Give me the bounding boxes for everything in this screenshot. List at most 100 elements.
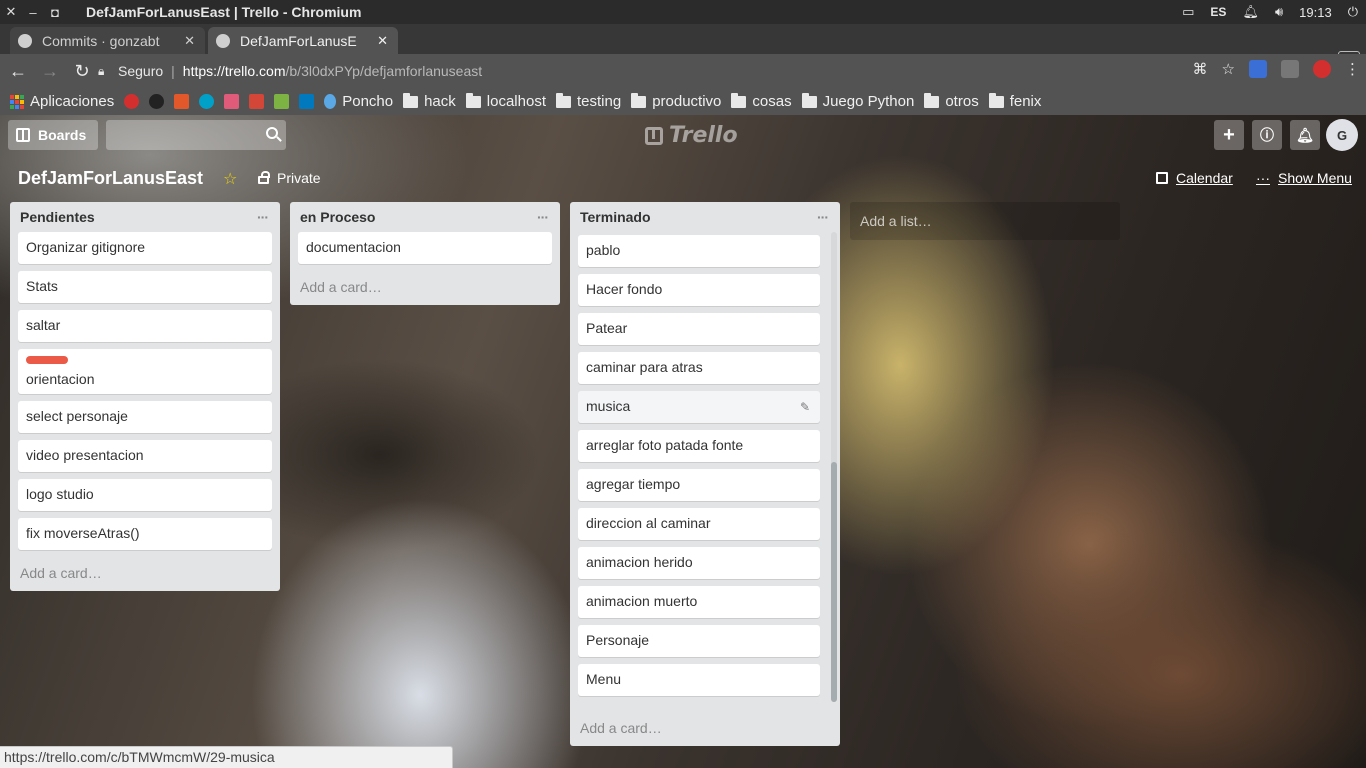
- add-card-button[interactable]: Add a card…: [10, 557, 280, 591]
- add-card-button[interactable]: Add a card…: [570, 712, 840, 746]
- card[interactable]: Organizar gitignore: [18, 232, 272, 264]
- card[interactable]: Menu: [578, 664, 820, 696]
- gitlab-icon[interactable]: [174, 94, 190, 109]
- tab-label: DefJamForLanusE: [240, 32, 357, 49]
- card[interactable]: agregar tiempo: [578, 469, 820, 501]
- card[interactable]: saltar: [18, 310, 272, 342]
- show-menu-button[interactable]: ··· Show Menu: [1256, 170, 1352, 186]
- trello-logo[interactable]: Trello: [645, 123, 738, 148]
- card[interactable]: select personaje: [18, 401, 272, 433]
- browser-menu-icon[interactable]: ⋮: [1345, 60, 1360, 78]
- extension-stack-icon[interactable]: [1281, 60, 1299, 78]
- bookmark-folder-productivo[interactable]: productivo: [631, 92, 721, 110]
- bookmark-folder-localhost[interactable]: localhost: [465, 92, 546, 110]
- close-tab-icon[interactable]: ✕: [184, 33, 195, 49]
- visibility-button[interactable]: Private: [258, 170, 321, 186]
- extension-translate-icon[interactable]: [1249, 60, 1267, 78]
- card[interactable]: video presentacion: [18, 440, 272, 472]
- info-button[interactable]: ⓘ: [1252, 120, 1282, 150]
- card[interactable]: documentacion: [298, 232, 552, 264]
- card-container: Organizar gitignore Stats saltar orienta…: [10, 232, 280, 550]
- android-icon[interactable]: [274, 94, 290, 109]
- card[interactable]: animacion muerto: [578, 586, 820, 618]
- boards-button[interactable]: Boards: [8, 120, 98, 150]
- card[interactable]: arreglar foto patada fonte: [578, 430, 820, 462]
- volume-icon[interactable]: 🔊︎: [1275, 4, 1283, 20]
- card[interactable]: musica ✎: [578, 391, 820, 423]
- clock[interactable]: 19:13: [1299, 5, 1332, 20]
- power-icon[interactable]: ⏻: [1348, 4, 1358, 20]
- list-menu-icon[interactable]: ···: [257, 209, 269, 225]
- avatar[interactable]: G: [1326, 119, 1358, 151]
- close-window-icon[interactable]: ✕: [0, 4, 22, 20]
- bookmark-folder-otros[interactable]: otros: [924, 92, 979, 110]
- bookmark-star-icon[interactable]: ☆: [1222, 60, 1235, 78]
- display-icon[interactable]: ▭: [1182, 4, 1194, 20]
- card-title: Organizar gitignore: [26, 239, 146, 255]
- bookmark-blue-icon[interactable]: [199, 94, 215, 109]
- list-scrollbar[interactable]: [831, 232, 837, 702]
- card-title: logo studio: [26, 486, 94, 502]
- tab-commits[interactable]: Commits · gonzabt ✕: [10, 27, 205, 54]
- card-title: Patear: [586, 320, 628, 336]
- card[interactable]: Stats: [18, 271, 272, 303]
- card[interactable]: Patear: [578, 313, 820, 345]
- list-menu-icon[interactable]: ···: [817, 209, 829, 225]
- add-card-button[interactable]: Add a card…: [290, 271, 560, 305]
- card[interactable]: orientacion: [18, 349, 272, 394]
- extension-red-icon[interactable]: [1313, 60, 1331, 78]
- search-icon[interactable]: [266, 127, 278, 139]
- card[interactable]: direccion al caminar: [578, 508, 820, 540]
- list-header[interactable]: Pendientes ···: [10, 202, 280, 232]
- translate-icon[interactable]: ⌘: [1193, 60, 1208, 78]
- card-label-red[interactable]: [26, 356, 68, 364]
- board-title[interactable]: DefJamForLanusEast: [18, 168, 203, 189]
- list-scroll-area[interactable]: pablo Hacer fondo Patear caminar para at…: [570, 232, 840, 712]
- card[interactable]: Hacer fondo: [578, 274, 820, 306]
- bookmark-folder-juego-python[interactable]: Juego Python: [801, 92, 914, 110]
- keyboard-language[interactable]: ES: [1210, 5, 1226, 19]
- slack-icon[interactable]: [224, 94, 240, 109]
- github-icon[interactable]: [149, 94, 165, 109]
- star-icon[interactable]: ☆: [223, 169, 237, 189]
- list-title[interactable]: Pendientes: [20, 209, 95, 225]
- bookmark-apps[interactable]: Aplicaciones: [10, 93, 114, 110]
- tab-trello[interactable]: DefJamForLanusE ✕: [208, 27, 398, 54]
- list-header[interactable]: Terminado ···: [570, 202, 840, 232]
- address-bar[interactable]: 🔒︎ Seguro | https://trello.com/b/3l0dxPY…: [92, 58, 1238, 84]
- card[interactable]: logo studio: [18, 479, 272, 511]
- maximize-window-icon[interactable]: ◘: [44, 5, 66, 20]
- add-button[interactable]: +: [1214, 120, 1244, 150]
- card[interactable]: caminar para atras: [578, 352, 820, 384]
- close-tab-icon[interactable]: ✕: [377, 33, 388, 49]
- bookmark-label: fenix: [1009, 93, 1042, 110]
- edit-pencil-icon[interactable]: ✎: [800, 400, 810, 414]
- scrollbar-thumb[interactable]: [831, 462, 837, 702]
- calendar-button[interactable]: Calendar: [1156, 170, 1233, 186]
- bookmark-poncho[interactable]: Poncho: [324, 93, 393, 110]
- card[interactable]: fix moverseAtras(): [18, 518, 272, 550]
- bookmark-folder-hack[interactable]: hack: [403, 92, 456, 110]
- card[interactable]: Personaje: [578, 625, 820, 657]
- bookmark-folder-fenix[interactable]: fenix: [988, 92, 1042, 110]
- card[interactable]: pablo: [578, 235, 820, 267]
- independiente-icon[interactable]: [124, 94, 140, 109]
- bookmark-folder-testing[interactable]: testing: [555, 92, 621, 110]
- bookmark-folder-cosas[interactable]: cosas: [731, 92, 792, 110]
- notification-bell-icon[interactable]: 🔔︎: [1242, 4, 1259, 20]
- trello-icon[interactable]: [299, 94, 315, 109]
- forward-arrow-icon[interactable]: →: [36, 61, 64, 82]
- minimize-window-icon[interactable]: –: [22, 5, 44, 20]
- gmail-icon[interactable]: [249, 94, 265, 109]
- search-input[interactable]: [106, 120, 286, 150]
- list-header[interactable]: en Proceso ···: [290, 202, 560, 232]
- github-favicon-icon: [18, 33, 32, 48]
- card[interactable]: animacion herido: [578, 547, 820, 579]
- add-list-button[interactable]: Add a list…: [850, 202, 1120, 240]
- bookmark-label: Poncho: [342, 93, 394, 110]
- notifications-button[interactable]: 🔔︎: [1290, 120, 1320, 150]
- list-title[interactable]: en Proceso: [300, 209, 375, 225]
- list-menu-icon[interactable]: ···: [537, 209, 549, 225]
- back-arrow-icon[interactable]: ←: [4, 61, 32, 82]
- list-title[interactable]: Terminado: [580, 209, 651, 225]
